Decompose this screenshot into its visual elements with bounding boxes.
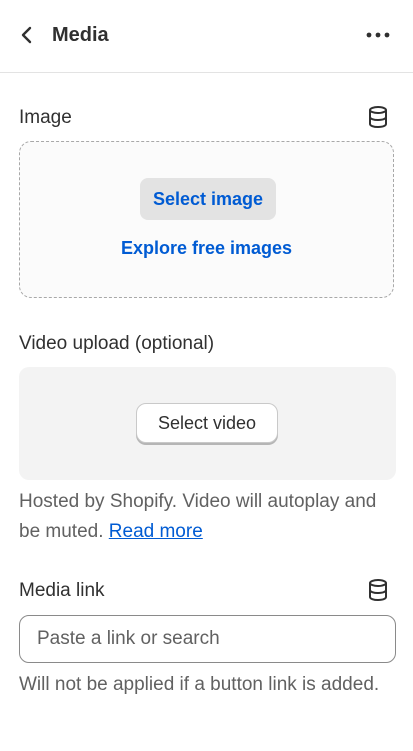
chevron-left-icon <box>21 26 32 44</box>
select-video-button[interactable]: Select video <box>136 403 278 443</box>
read-more-link[interactable]: Read more <box>109 521 203 542</box>
explore-free-images-link[interactable]: Explore free images <box>20 236 393 260</box>
select-image-button[interactable]: Select image <box>140 178 276 220</box>
video-upload-label: Video upload (optional) <box>19 333 215 354</box>
more-actions-button[interactable] <box>363 22 393 48</box>
back-button[interactable] <box>14 22 40 48</box>
video-help-text: Hosted by Shopify. Video will autoplay a… <box>19 487 394 547</box>
video-upload-area[interactable]: Select video <box>19 367 396 480</box>
image-label: Image <box>19 107 72 128</box>
dynamic-source-icon[interactable] <box>367 105 389 129</box>
media-link-label: Media link <box>19 580 105 601</box>
page-header: Media <box>0 0 413 73</box>
page-title: Media <box>52 24 109 46</box>
dynamic-source-icon[interactable] <box>367 578 389 602</box>
media-link-help-text: Will not be applied if a button link is … <box>19 674 380 695</box>
image-dropzone[interactable]: Select image Explore free images <box>19 141 394 298</box>
media-link-input[interactable] <box>19 615 396 663</box>
more-horizontal-icon <box>366 32 390 38</box>
